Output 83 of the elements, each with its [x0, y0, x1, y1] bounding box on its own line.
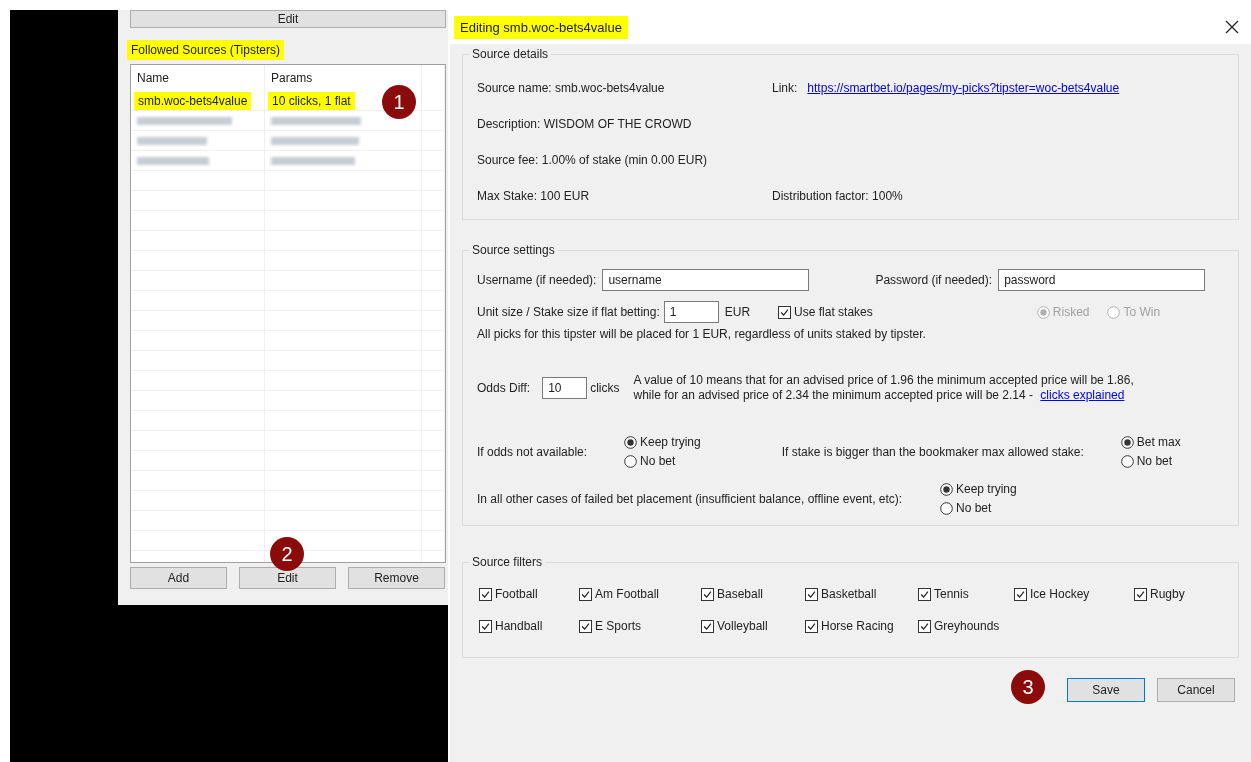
table-cell: smb.woc-bets4value [134, 91, 252, 110]
detail-text: Max Stake: 100 EUR [477, 189, 591, 203]
odds-note: A value of 10 means that for an advised price of 1.96 the minimum accepted price will be 1.86, while for an advised price of 2.34 the minimum accepted price will be 2.14 - clicks explained [633, 373, 1134, 403]
detail-text: Source name: smb.woc-bets4value [477, 81, 666, 95]
option-label: If stake is bigger than the bookmaker max allowed stake: [781, 444, 1085, 459]
radio-button[interactable] [624, 454, 637, 468]
blurred-text [137, 136, 207, 145]
radio-label: To Win [1123, 305, 1161, 319]
radio-label: No bet [1136, 454, 1173, 468]
checkbox[interactable] [918, 619, 931, 633]
clicks-explained-link[interactable]: clicks explained [1040, 388, 1125, 402]
checkbox-label: E Sports [595, 619, 642, 633]
field-label: Odds Diff: [477, 381, 531, 395]
detail-label: Link: [772, 81, 798, 95]
dialog-title: Editing smb.woc-bets4value [454, 15, 628, 39]
group-title: Source details [469, 47, 552, 61]
field-label: Unit size / Stake size if flat betting: [477, 305, 660, 319]
radio-label: Risked [1052, 305, 1090, 319]
radio-label: Keep trying [640, 435, 701, 449]
checkbox-label: Greyhounds [934, 619, 1000, 633]
unit-label: clicks [590, 381, 620, 395]
checkbox[interactable] [805, 587, 818, 601]
currency-label: EUR [724, 305, 751, 319]
checkbox[interactable] [701, 619, 714, 633]
username-field[interactable]: username [602, 269, 810, 291]
annotation-badge: 1 [382, 85, 416, 119]
field-label: Password (if needed): [875, 273, 993, 287]
unit-size-field[interactable]: 1 [663, 301, 719, 323]
checkbox-label: Ice Hockey [1030, 587, 1090, 601]
edit-button[interactable]: Edit [130, 10, 446, 28]
checkbox-label: Tennis [934, 587, 969, 601]
checkbox-label: Volleyball [717, 619, 768, 633]
checkbox[interactable] [778, 305, 792, 319]
radio-label: Bet max [1136, 435, 1181, 449]
group-title: Source filters [469, 555, 546, 569]
checkbox-label: Horse Racing [821, 619, 894, 633]
radio-button[interactable] [940, 482, 953, 496]
checkbox[interactable] [918, 587, 931, 601]
radio-label: No bet [956, 501, 992, 515]
column-header: Params [271, 71, 313, 85]
odds-diff-field[interactable]: 10 [542, 377, 588, 399]
detail-text: Source fee: 1.00% of stake (min 0.00 EUR) [477, 153, 709, 167]
radio-label: Keep trying [956, 482, 1017, 496]
tipster-link[interactable]: https://smartbet.io/pages/my-picks?tipster=woc-bets4value [807, 81, 1120, 95]
group-title: Followed Sources (Tipsters) [127, 40, 284, 60]
option-label: If odds not available: [477, 444, 589, 459]
checkbox[interactable] [701, 587, 714, 601]
annotation-badge: 3 [1011, 670, 1045, 704]
option-label: In all other cases of failed bet placement (insufficient balance, offline event, etc): [477, 491, 904, 506]
group-title: Source settings [469, 243, 558, 257]
checkbox-label: Football [495, 587, 538, 601]
checkbox[interactable] [1014, 587, 1027, 601]
add-button[interactable]: Add [130, 567, 227, 589]
checkbox-label: Use flat stakes [794, 305, 873, 319]
checkbox[interactable] [479, 619, 492, 633]
checkbox[interactable] [579, 587, 592, 601]
checkbox-label: Am Football [595, 587, 660, 601]
radio-button[interactable] [1120, 435, 1134, 449]
unit-note: All picks for this tipster will be placed for 1 EUR, regardless of units staked by tipster. [477, 327, 927, 341]
checkbox-label: Baseball [717, 587, 764, 601]
checkbox[interactable] [1134, 587, 1147, 601]
blurred-text [137, 156, 209, 165]
column-header: Name [137, 71, 169, 85]
radio-button[interactable] [940, 501, 953, 515]
close-icon[interactable] [1225, 20, 1239, 34]
cancel-button[interactable]: Cancel [1157, 678, 1235, 702]
radio-label: No bet [640, 454, 676, 468]
radio-button[interactable] [1120, 454, 1134, 468]
checkbox[interactable] [805, 619, 818, 633]
edit-button[interactable]: Edit [239, 567, 336, 589]
password-field[interactable]: password [998, 269, 1206, 291]
checkbox[interactable] [479, 587, 492, 601]
remove-button[interactable]: Remove [348, 567, 445, 589]
detail-text: Description: WISDOM OF THE CROWD [477, 117, 693, 131]
field-label: Username (if needed): [477, 273, 597, 287]
radio-button[interactable] [624, 435, 637, 449]
save-button[interactable]: Save [1067, 678, 1145, 702]
detail-text: Distribution factor: 100% [772, 189, 904, 203]
checkbox[interactable] [579, 619, 592, 633]
checkbox-label: Basketball [821, 587, 877, 601]
checkbox-label: Rugby [1150, 587, 1185, 601]
table-cell: 10 clicks, 1 flat [268, 91, 355, 110]
checkbox-label: Handball [495, 619, 543, 633]
